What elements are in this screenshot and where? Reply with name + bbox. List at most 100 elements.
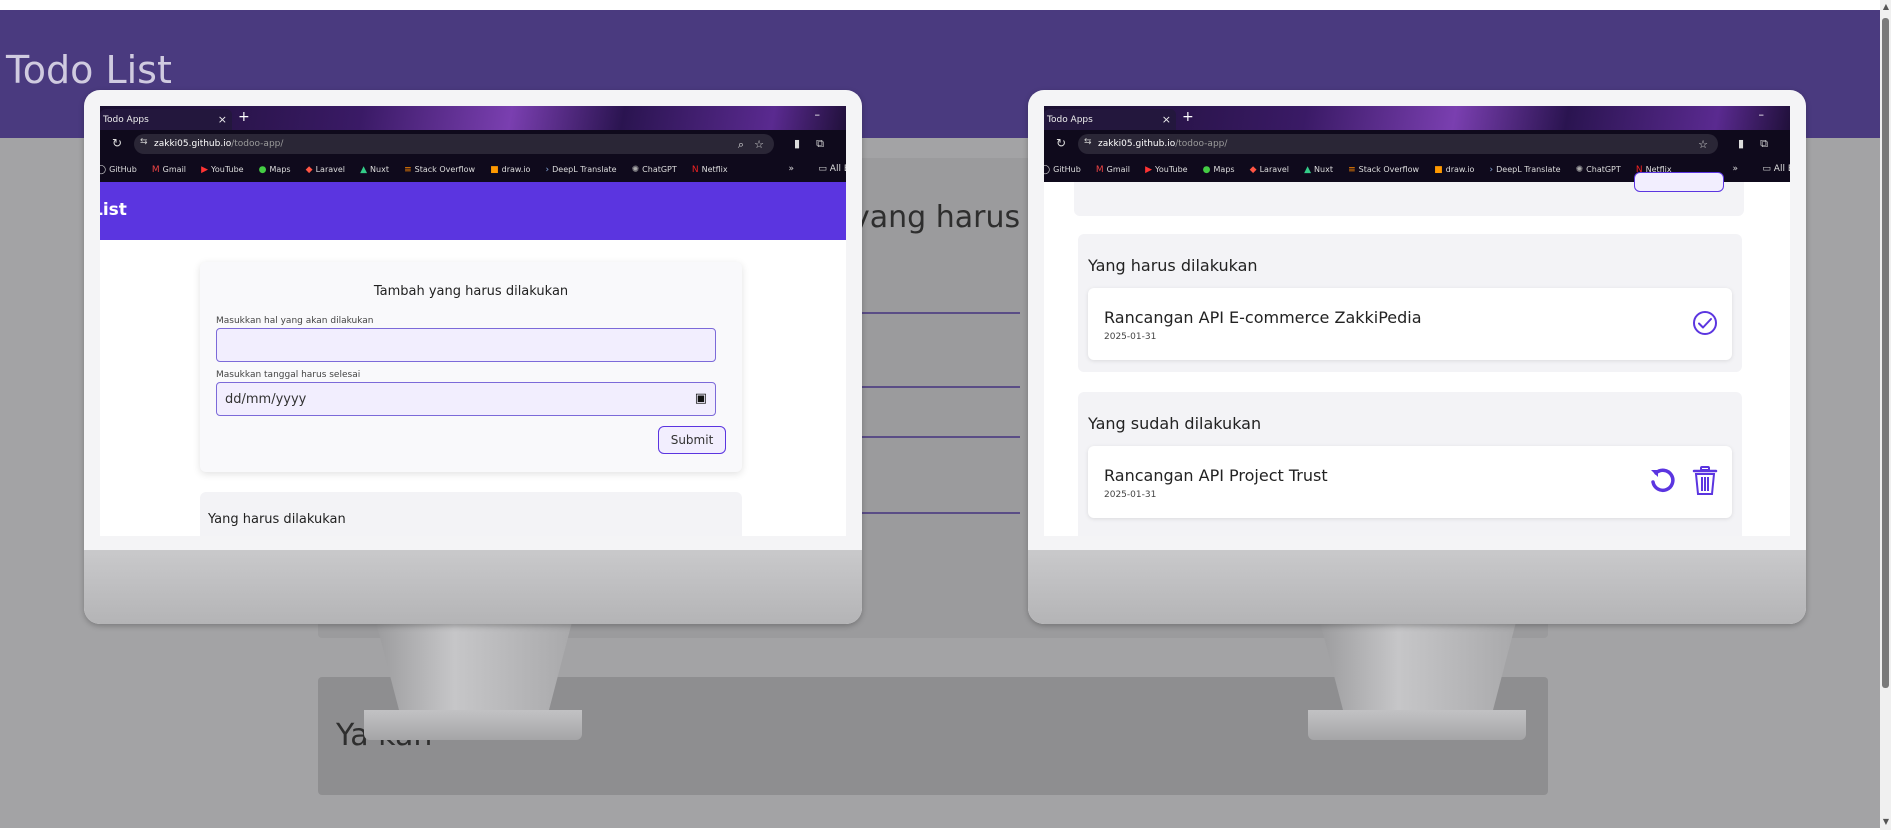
add-todo-form: Tambah yang harus dilakukan Masukkan hal… [200,262,742,472]
bookmark-github[interactable]: ◯ GitHub [100,158,137,175]
minimize-icon[interactable]: – [1759,108,1765,121]
section-title: Yang harus dilakukan [1088,256,1258,275]
date-label: Masukkan tanggal harus selesai [216,370,361,380]
address-bar: ↻ ⇆ zakki05.github.io/todoo-app/ ☆ ▮ ⧉ [1044,130,1790,158]
previous-card-button[interactable] [1634,172,1724,192]
bookmark-chatgpt[interactable]: ✺ ChatGPT [1576,158,1621,175]
laravel-icon: ◆ [305,165,313,175]
bookmark-nuxt[interactable]: ▲ Nuxt [1304,158,1333,175]
left-monitor: Todo Apps × + – ↻ ⇆ zakki05.github.io/to… [84,90,862,750]
previous-card [1074,172,1744,216]
app-title: List [100,200,127,220]
left-screen: Todo Apps × + – ↻ ⇆ zakki05.github.io/to… [100,106,846,536]
task-input[interactable] [216,328,716,362]
right-monitor: Todo Apps × + – ↻ ⇆ zakki05.github.io/to… [1028,90,1806,750]
todo-item: Rancangan API E-commerce ZakkiPedia 2025… [1088,288,1732,360]
puzzle-icon[interactable]: ⧉ [1760,137,1768,151]
bookmark-laravel[interactable]: ◆ Laravel [1250,158,1289,175]
bookmark-stackoverflow[interactable]: ≡ Stack Overflow [1348,158,1419,175]
bookmark-deepl[interactable]: › DeepL Translate [1490,158,1561,175]
stackoverflow-icon: ≡ [1348,165,1356,175]
bookmark-star-icon[interactable]: ☆ [754,138,764,151]
github-icon: ◯ [1044,165,1051,175]
new-tab-icon[interactable]: + [1182,109,1194,125]
monitor-chin [84,550,862,624]
extension-icon[interactable]: ▮ [794,137,800,150]
new-tab-icon[interactable]: + [238,109,250,125]
netflix-icon: N [691,165,699,175]
monitor-stand-neck [1320,622,1516,712]
reload-icon[interactable]: ↻ [112,136,122,150]
drawio-icon: ■ [490,165,499,175]
bookmark-github[interactable]: ◯ GitHub [1044,158,1081,175]
todo-section: Yang harus dilakukan Rancangan API E-com… [1078,234,1742,372]
bookmark-stackoverflow[interactable]: ≡ Stack Overflow [404,158,475,175]
youtube-icon: ▶ [1145,165,1153,175]
browser-tab[interactable]: Todo Apps × [100,109,232,130]
date-input[interactable]: dd/mm/yyyy ▣ [216,382,716,416]
address-bar: ↻ ⇆ zakki05.github.io/todoo-app/ ⌕ ☆ ▮ ⧉ [100,130,846,158]
bookmark-laravel[interactable]: ◆ Laravel [306,158,345,175]
url-host: zakki05.github.io [1098,139,1176,149]
all-bookmarks[interactable]: ▭ All B [818,164,846,174]
bookmark-youtube[interactable]: ▶ YouTube [201,158,243,175]
bookmark-maps[interactable]: ● Maps [1203,158,1235,175]
bookmark-deepl[interactable]: › DeepL Translate [546,158,617,175]
gmail-icon: M [1095,165,1104,175]
bookmark-drawio[interactable]: ■ draw.io [1434,158,1474,175]
drawio-icon: ■ [1434,165,1443,175]
zoom-icon[interactable]: ⌕ [738,138,744,152]
scroll-up-icon[interactable]: ▲ [1883,2,1889,11]
url-input[interactable]: ⇆ zakki05.github.io/todoo-app/ ☆ [1078,134,1718,154]
bookmark-youtube[interactable]: ▶ YouTube [1145,158,1187,175]
deepl-icon: › [545,165,550,175]
minimize-icon[interactable]: – [815,108,821,121]
calendar-icon[interactable]: ▣ [695,391,707,406]
todo-date: 2025-01-31 [1104,332,1157,342]
bookmark-drawio[interactable]: ■ draw.io [490,158,530,175]
reload-icon[interactable]: ↻ [1056,136,1066,150]
submit-button[interactable]: Submit [658,426,726,454]
all-bookmarks[interactable]: ▭ All B [1762,164,1790,174]
puzzle-icon[interactable]: ⧉ [816,137,824,151]
trash-icon[interactable] [1692,466,1718,496]
site-info-icon[interactable]: ⇆ [1084,137,1092,147]
laravel-icon: ◆ [1249,165,1257,175]
youtube-icon: ▶ [201,165,209,175]
check-circle-icon[interactable] [1692,310,1718,336]
monitor-stand-neck [376,622,572,712]
section-title: Yang harus dilakukan [208,512,346,527]
bookmark-gmail[interactable]: M Gmail [1096,158,1130,175]
app-header: List [100,182,846,240]
url-path: /todoo-app/ [1175,139,1228,149]
stackoverflow-icon: ≡ [404,165,412,175]
gmail-icon: M [151,165,160,175]
todo-name: Rancangan API Project Trust [1104,466,1328,485]
tab-close-icon[interactable]: × [1162,113,1171,126]
tab-close-icon[interactable]: × [218,113,227,126]
undo-icon[interactable] [1648,466,1676,494]
github-icon: ◯ [100,165,107,175]
bookmark-netflix[interactable]: N Netflix [692,158,728,175]
extension-icon[interactable]: ▮ [1738,137,1744,150]
site-info-icon[interactable]: ⇆ [140,137,148,147]
bookmark-nuxt[interactable]: ▲ Nuxt [360,158,389,175]
form-title: Tambah yang harus dilakukan [373,284,569,299]
monitor-stand-base [1308,710,1526,740]
tab-title: Todo Apps [1047,115,1093,125]
bookmark-chatgpt[interactable]: ✺ ChatGPT [632,158,677,175]
browser-tab[interactable]: Todo Apps × [1044,109,1176,130]
bookmark-maps[interactable]: ● Maps [259,158,291,175]
done-item: Rancangan API Project Trust 2025-01-31 [1088,446,1732,518]
bookmark-star-icon[interactable]: ☆ [1698,138,1708,151]
bookmarks-bar: ◯ GitHub M Gmail ▶ YouTube ● Maps ◆ Laravel ▲… [100,158,846,182]
url-input[interactable]: ⇆ zakki05.github.io/todoo-app/ ⌕ ☆ [134,134,774,154]
bookmarks-more-icon[interactable]: » [788,164,794,174]
screenshot-stage: Todo List yang harus dil Ya kan Todo App… [0,0,1891,830]
page-scrollbar[interactable]: ▲ ▼ [1880,0,1891,830]
bookmark-gmail[interactable]: M Gmail [152,158,186,175]
task-label: Masukkan hal yang akan dilakukan [216,316,374,326]
scroll-down-icon[interactable]: ▼ [1883,817,1889,826]
bookmarks-more-icon[interactable]: » [1732,164,1738,174]
scrollbar-thumb[interactable] [1882,18,1889,688]
